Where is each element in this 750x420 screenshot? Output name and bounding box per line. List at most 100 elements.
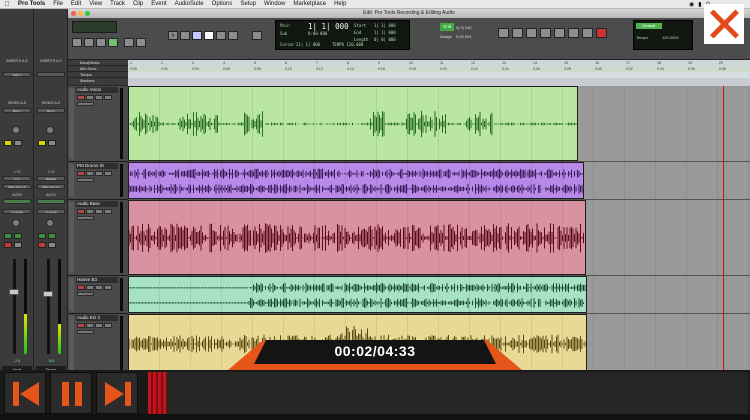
- record-arm-button[interactable]: [77, 95, 85, 100]
- track-name[interactable]: Audio Vocal: [76, 87, 118, 93]
- menu-audiosuite[interactable]: AudioSuite: [171, 1, 208, 7]
- menu-setup[interactable]: Setup: [236, 1, 260, 7]
- audio-clip[interactable]: [128, 86, 578, 161]
- track-header[interactable]: Audio Bass waveform: [68, 200, 128, 276]
- spot-mode-button[interactable]: [84, 38, 94, 47]
- insert-slot[interactable]: [37, 72, 65, 77]
- mute-button[interactable]: [48, 242, 56, 248]
- menu-edit[interactable]: Edit: [67, 1, 85, 7]
- main-counter[interactable]: Main 1| 1| 000 Sub 0:00.000 Cursor 21| 1…: [275, 20, 410, 50]
- input-monitor-button[interactable]: [86, 209, 94, 214]
- mute-button[interactable]: [104, 209, 112, 214]
- input-monitor-button[interactable]: [86, 285, 94, 290]
- shuffle-mode-button[interactable]: [72, 38, 82, 47]
- track-lane[interactable]: [128, 276, 750, 314]
- meter-label[interactable]: Default: [636, 23, 662, 29]
- input-selector[interactable]: In 2: [3, 176, 31, 181]
- group-selector[interactable]: no group: [37, 209, 65, 214]
- insert-slot[interactable]: EQ3 1: [3, 72, 31, 77]
- track-view-selector[interactable]: waveform: [77, 178, 95, 182]
- output-selector[interactable]: Main Out 1-2: [3, 184, 31, 189]
- input-monitor-button[interactable]: [86, 95, 94, 100]
- start-value[interactable]: 1| 1| 000: [374, 23, 396, 28]
- go-to-end-icon[interactable]: [554, 28, 565, 38]
- solo-button[interactable]: [4, 242, 12, 248]
- mute-button[interactable]: [104, 171, 112, 176]
- track-name[interactable]: Audio EG 2: [76, 315, 118, 321]
- pause-button[interactable]: [50, 372, 92, 414]
- track-view-selector[interactable]: waveform: [77, 102, 95, 106]
- input-selector[interactable]: Multiple: [37, 176, 65, 181]
- track-header[interactable]: PM Drums St waveform: [68, 162, 128, 200]
- grid-label[interactable]: Grid: [440, 23, 454, 31]
- solo-button[interactable]: [38, 242, 46, 248]
- rewind-icon[interactable]: [526, 28, 537, 38]
- track-view-selector[interactable]: waveform: [77, 292, 95, 296]
- grid-value[interactable]: 0| 0| 240: [456, 25, 471, 30]
- automation-mode[interactable]: [37, 199, 65, 204]
- return-to-zero-icon[interactable]: [512, 28, 523, 38]
- stop-icon[interactable]: [568, 28, 579, 38]
- output-selector[interactable]: Main Out 1-2: [37, 184, 65, 189]
- track-header[interactable]: Hamm B3 waveform: [68, 276, 128, 314]
- send-prefader-button[interactable]: [38, 140, 46, 146]
- edit-mode-buttons[interactable]: [72, 21, 117, 33]
- pan-knob[interactable]: [12, 219, 20, 227]
- menu-marketplace[interactable]: Marketplace: [289, 1, 330, 7]
- record-arm-button[interactable]: [77, 209, 85, 214]
- scrubber-tool-icon[interactable]: [216, 31, 226, 40]
- nudge-label[interactable]: Nudge: [440, 34, 452, 39]
- solo-button[interactable]: [95, 323, 103, 328]
- group-selector[interactable]: no group: [3, 209, 31, 214]
- playhead-cursor[interactable]: [723, 86, 724, 374]
- close-window-icon[interactable]: [71, 11, 76, 16]
- audio-clip[interactable]: [128, 162, 584, 199]
- menu-options[interactable]: Options: [208, 1, 237, 7]
- trim-tool-icon[interactable]: [180, 31, 190, 40]
- pan-knob[interactable]: [46, 219, 54, 227]
- selector-tool-icon[interactable]: [192, 31, 202, 40]
- record-icon[interactable]: [596, 28, 607, 38]
- solo-button[interactable]: [95, 171, 103, 176]
- ruler-markers[interactable]: Markers: [68, 78, 750, 86]
- automation-mode[interactable]: [3, 199, 31, 204]
- grid-mode-button[interactable]: [108, 38, 118, 47]
- menu-file[interactable]: File: [49, 1, 67, 7]
- record-enable-button[interactable]: [48, 233, 56, 239]
- send-mute-button[interactable]: [48, 140, 56, 146]
- input-monitor-button[interactable]: [86, 171, 94, 176]
- record-arm-button[interactable]: [77, 323, 85, 328]
- track-name[interactable]: Hamm B3: [76, 277, 118, 283]
- track-name[interactable]: Audio Bass: [76, 201, 118, 207]
- tempo-value[interactable]: 120.0000: [662, 35, 679, 40]
- fast-forward-icon[interactable]: [540, 28, 551, 38]
- menu-view[interactable]: View: [85, 1, 106, 7]
- progress-bar[interactable]: [148, 372, 748, 414]
- mute-button[interactable]: [104, 285, 112, 290]
- input-monitor-button[interactable]: [38, 233, 46, 239]
- send-slot[interactable]: Bus 1: [3, 108, 31, 113]
- nudge-value[interactable]: 0:00.001: [456, 34, 472, 39]
- timeline[interactable]: [128, 86, 750, 374]
- solo-button[interactable]: [95, 209, 103, 214]
- close-video-icon[interactable]: [704, 4, 744, 44]
- pencil-tool-icon[interactable]: [228, 31, 238, 40]
- volume-fader-track[interactable]: [47, 259, 50, 354]
- solo-button[interactable]: [95, 95, 103, 100]
- mute-button[interactable]: [104, 95, 112, 100]
- volume-fader-cap[interactable]: [9, 289, 19, 295]
- mute-button[interactable]: [104, 323, 112, 328]
- zoom-out-button[interactable]: [124, 38, 134, 47]
- send-slot[interactable]: Bus 1: [37, 108, 65, 113]
- edit-window-titlebar[interactable]: Edit: Pro Tools Recording & Editing Audi…: [68, 9, 750, 18]
- horizontal-scrollbar[interactable]: [0, 414, 750, 420]
- zoom-window-icon[interactable]: [85, 11, 90, 16]
- menu-help[interactable]: Help: [330, 1, 350, 7]
- send-level-knob[interactable]: [12, 126, 20, 134]
- grabber-tool-icon[interactable]: [204, 31, 214, 40]
- record-arm-button[interactable]: [77, 285, 85, 290]
- zoom-in-button[interactable]: [136, 38, 146, 47]
- end-value[interactable]: 1| 1| 000: [374, 30, 396, 35]
- track-view-selector[interactable]: waveform: [77, 330, 95, 334]
- smart-tool-icon[interactable]: [252, 31, 262, 40]
